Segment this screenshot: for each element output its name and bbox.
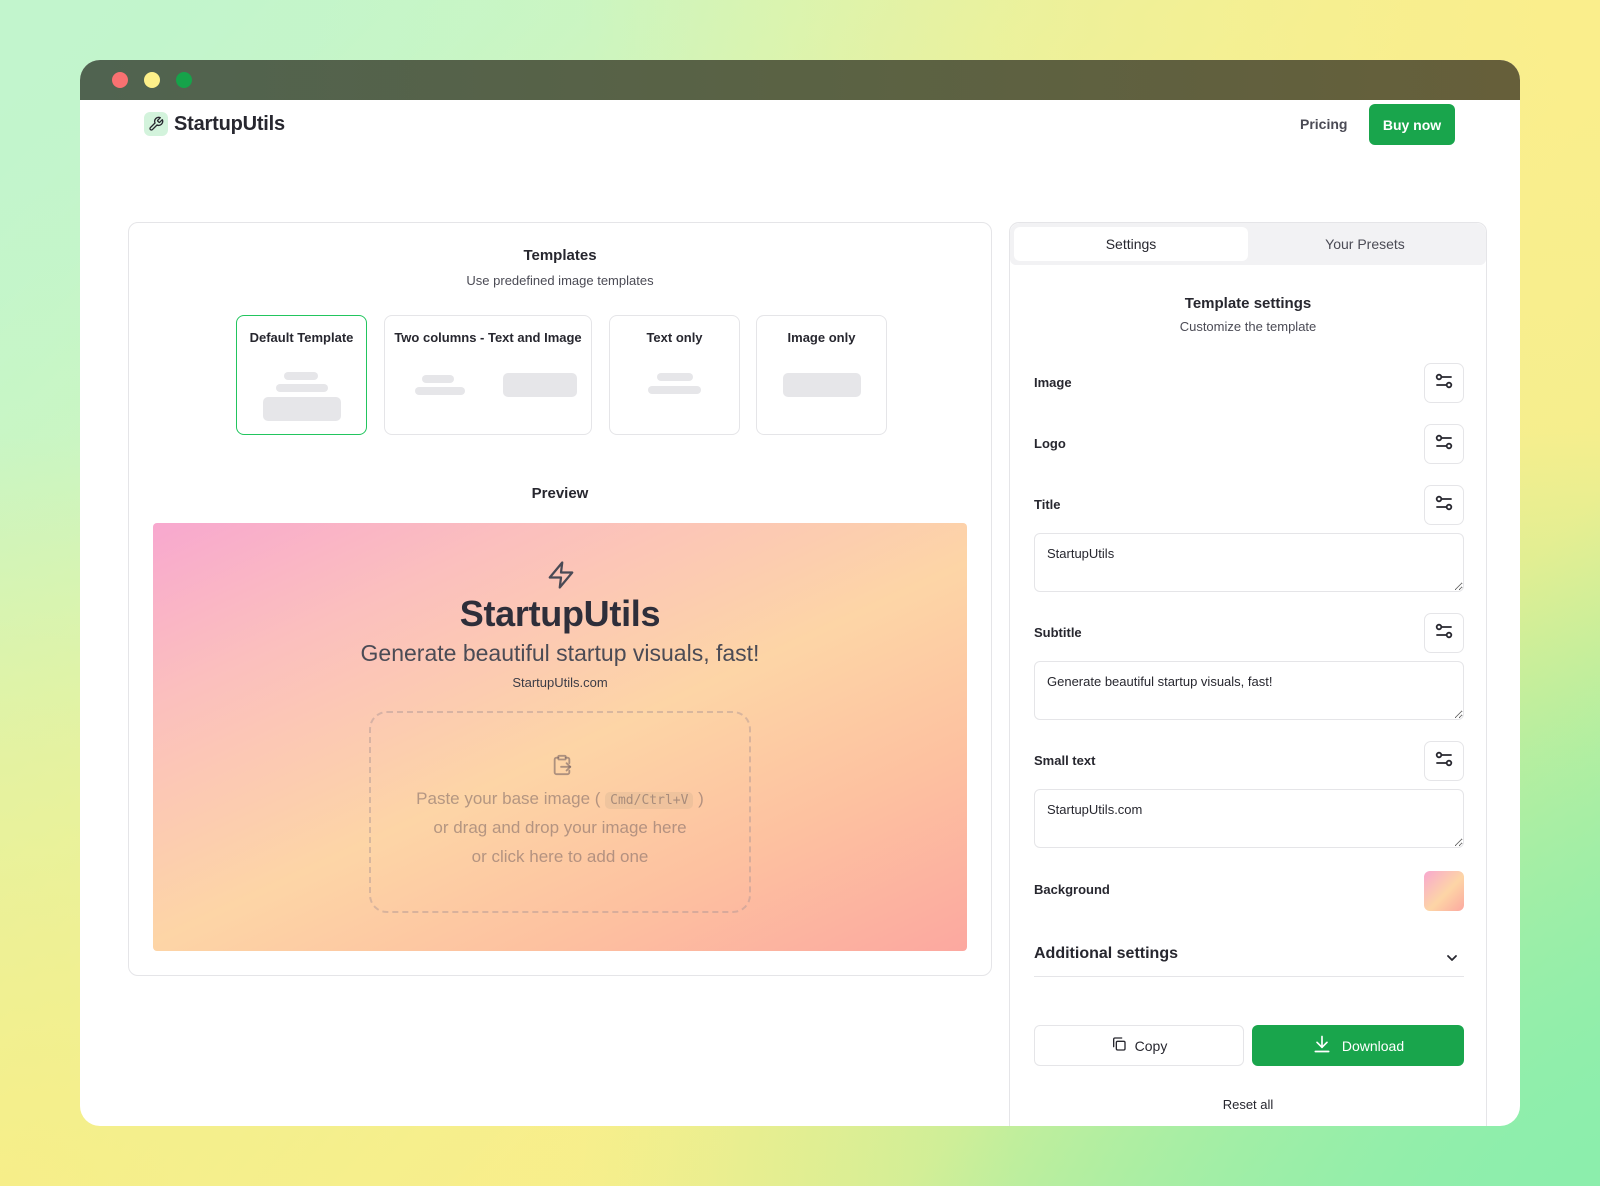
- logo-label: Logo: [1034, 436, 1066, 451]
- placeholder-line: [648, 386, 701, 394]
- image-settings-button[interactable]: [1424, 363, 1464, 403]
- image-label: Image: [1034, 375, 1072, 390]
- copy-label: Copy: [1134, 1037, 1168, 1054]
- copy-icon: [1111, 1036, 1127, 1055]
- brand-name: StartupUtils: [174, 112, 285, 135]
- dropzone-line-click: or click here to add one: [471, 847, 649, 866]
- browser-window: StartupUtils Pricing Buy now Templates U…: [80, 60, 1520, 1126]
- sliders-icon: [1434, 432, 1454, 457]
- placeholder-line: [284, 372, 318, 380]
- placeholder-line: [422, 375, 454, 383]
- small-text-input[interactable]: [1034, 789, 1464, 848]
- preview-title: StartupUtils: [459, 593, 661, 634]
- template-text-only[interactable]: Text only: [609, 315, 740, 435]
- wrench-icon: [144, 112, 168, 136]
- buy-now-button[interactable]: Buy now: [1369, 104, 1455, 145]
- templates-card: Templates Use predefined image templates…: [128, 222, 992, 976]
- tab-your-presets[interactable]: Your Presets: [1248, 227, 1482, 261]
- placeholder-line: [657, 373, 693, 381]
- subtitle-input[interactable]: [1034, 661, 1464, 720]
- template-settings-subtitle: Customize the template: [1179, 319, 1317, 334]
- sliders-icon: [1434, 621, 1454, 646]
- subtitle-settings-button[interactable]: [1424, 613, 1464, 653]
- placeholder-image: [263, 397, 341, 421]
- template-label: Text only: [646, 330, 703, 345]
- chevron-down-icon: [1446, 949, 1458, 967]
- template-default[interactable]: Default Template: [236, 315, 367, 435]
- placeholder-line: [276, 384, 328, 392]
- preview-heading: Preview: [531, 485, 589, 502]
- placeholder-image: [783, 373, 861, 397]
- sliders-icon: [1434, 749, 1454, 774]
- preview-small-text: StartupUtils.com: [512, 675, 608, 690]
- additional-settings-toggle[interactable]: Additional settings: [1034, 929, 1464, 977]
- dropzone-line-drag: or drag and drop your image here: [433, 818, 687, 837]
- image-dropzone[interactable]: Paste your base image ( Cmd/Ctrl+V ) or …: [369, 711, 751, 913]
- close-window-button[interactable]: [112, 72, 128, 88]
- dropzone-line-paste: Paste your base image ( Cmd/Ctrl+V ): [371, 789, 749, 809]
- tab-settings[interactable]: Settings: [1014, 227, 1248, 261]
- title-label: Title: [1034, 497, 1061, 512]
- download-icon: [1312, 1034, 1332, 1057]
- reset-all-button[interactable]: Reset all: [1010, 1097, 1486, 1112]
- dropzone-paste-text: Paste your base image (: [416, 789, 601, 808]
- clipboard-paste-icon: [551, 753, 573, 782]
- logo-settings-button[interactable]: [1424, 424, 1464, 464]
- template-label: Two columns - Text and Image: [394, 330, 582, 345]
- dropzone-paste-suffix: ): [698, 789, 704, 808]
- background-label: Background: [1034, 882, 1110, 897]
- download-button[interactable]: Download: [1252, 1025, 1464, 1066]
- maximize-window-button[interactable]: [176, 72, 192, 88]
- panel-tabs: Settings Your Presets: [1010, 223, 1486, 265]
- title-settings-button[interactable]: [1424, 485, 1464, 525]
- template-two-columns[interactable]: Two columns - Text and Image: [384, 315, 592, 435]
- placeholder-line: [415, 387, 465, 395]
- template-settings-title: Template settings: [1184, 295, 1312, 312]
- templates-title: Templates: [523, 247, 597, 264]
- brand-logo[interactable]: StartupUtils: [144, 112, 285, 136]
- small-text-settings-button[interactable]: [1424, 741, 1464, 781]
- template-image-only[interactable]: Image only: [756, 315, 887, 435]
- pricing-link[interactable]: Pricing: [1300, 116, 1347, 132]
- download-label: Download: [1341, 1037, 1405, 1054]
- placeholder-image: [503, 373, 577, 397]
- top-navbar: StartupUtils Pricing Buy now: [80, 100, 1520, 150]
- bolt-icon: [546, 559, 576, 596]
- template-label: Image only: [787, 330, 856, 345]
- templates-subtitle: Use predefined image templates: [466, 273, 654, 288]
- settings-panel: Settings Your Presets Template settings …: [1009, 222, 1487, 1126]
- image-preview: StartupUtils Generate beautiful startup …: [153, 523, 967, 951]
- window-titlebar: [80, 60, 1520, 100]
- template-label: Default Template: [249, 330, 354, 345]
- sliders-icon: [1434, 371, 1454, 396]
- title-input[interactable]: [1034, 533, 1464, 592]
- background-color-swatch[interactable]: [1424, 871, 1464, 911]
- minimize-window-button[interactable]: [144, 72, 160, 88]
- subtitle-label: Subtitle: [1034, 625, 1082, 640]
- additional-settings-label: Additional settings: [1034, 945, 1178, 962]
- small-text-label: Small text: [1034, 753, 1096, 768]
- copy-button[interactable]: Copy: [1034, 1025, 1244, 1066]
- shortcut-badge: Cmd/Ctrl+V: [605, 792, 694, 809]
- preview-subtitle: Generate beautiful startup visuals, fast…: [360, 640, 760, 666]
- sliders-icon: [1434, 493, 1454, 518]
